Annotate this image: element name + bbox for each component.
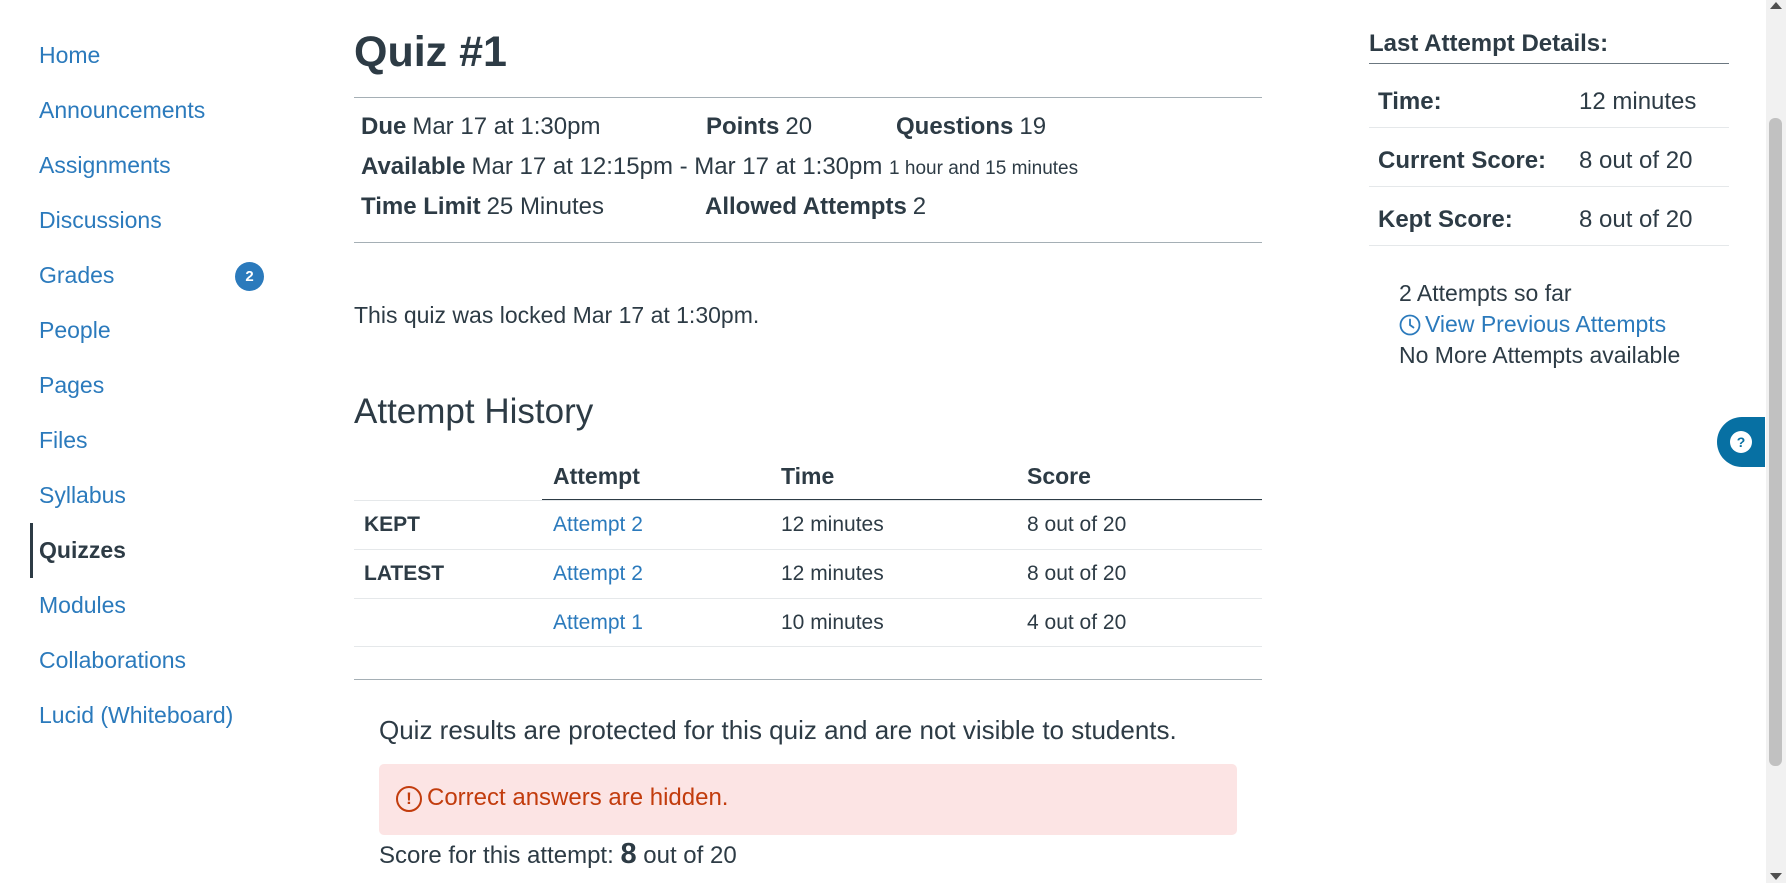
attempt-link[interactable]: Attempt 1 (553, 611, 643, 634)
attempt-cell: Attempt 2 (553, 562, 643, 586)
available-value: Mar 17 at 12:15pm - Mar 17 at 1:30pm (471, 153, 883, 180)
nav-item-discussions[interactable]: Discussions (30, 193, 280, 248)
table-row: KEPT Attempt 2 12 minutes 8 out of 20 (354, 500, 1262, 549)
scrollbar-thumb[interactable] (1769, 118, 1782, 766)
detail-value: 8 out of 20 (1579, 206, 1693, 233)
help-icon: ? (1730, 431, 1752, 453)
nav-item-lucid-whiteboard[interactable]: Lucid (Whiteboard) (30, 688, 280, 743)
view-previous-attempts-link[interactable]: View Previous Attempts (1399, 311, 1666, 338)
questions-label: Questions (896, 113, 1014, 140)
divider (1369, 63, 1729, 64)
table-row: Attempt 1 10 minutes 4 out of 20 (354, 598, 1262, 647)
points-value: 20 (785, 113, 813, 140)
divider (354, 242, 1262, 243)
attempt-tag: KEPT (364, 513, 421, 536)
detail-label: Time: (1378, 88, 1442, 115)
detail-label: Kept Score: (1378, 206, 1513, 233)
detail-row-time: Time: 12 minutes (1369, 70, 1729, 128)
table-row: LATEST Attempt 2 12 minutes 8 out of 20 (354, 549, 1262, 598)
points-info: Points 20 (706, 113, 812, 141)
course-navigation: Home Announcements Assignments Discussio… (30, 28, 280, 743)
allowed-attempts-label: Allowed Attempts (705, 193, 907, 220)
scroll-down-arrow-icon[interactable] (1770, 873, 1782, 880)
attempt-cell: Attempt 1 (553, 611, 643, 635)
score-cell: 4 out of 20 (1027, 611, 1127, 634)
score-suffix: out of 20 (643, 842, 737, 869)
nav-item-announcements[interactable]: Announcements (30, 83, 280, 138)
due-label: Due (361, 113, 407, 140)
time-cell: 12 minutes (781, 513, 884, 536)
nav-item-modules[interactable]: Modules (30, 578, 280, 633)
nav-item-home[interactable]: Home (30, 28, 280, 83)
available-info: Available Mar 17 at 12:15pm - Mar 17 at 1… (361, 153, 1078, 181)
available-duration: 1 hour and 15 minutes (889, 158, 1079, 179)
due-info: Due Mar 17 at 1:30pm (361, 113, 600, 141)
attempts-so-far: 2 Attempts so far (1399, 280, 1572, 306)
time-cell: 12 minutes (781, 562, 884, 585)
questions-info: Questions 19 (896, 113, 1046, 141)
allowed-attempts-info: Allowed Attempts 2 (705, 193, 926, 221)
nav-item-label: Grades (39, 262, 115, 288)
nav-item-pages[interactable]: Pages (30, 358, 280, 413)
page-title: Quiz #1 (354, 28, 507, 76)
nav-item-people[interactable]: People (30, 303, 280, 358)
clock-icon (1399, 314, 1421, 336)
no-more-attempts: No More Attempts available (1399, 342, 1681, 368)
allowed-attempts-value: 2 (912, 193, 927, 220)
detail-value: 8 out of 20 (1579, 147, 1693, 174)
attempt-history-table: Attempt Time Score KEPT Attempt 2 12 min… (354, 455, 1262, 647)
points-label: Points (706, 113, 780, 140)
attempt-score: Score for this attempt: 8 out of 20 (379, 838, 737, 871)
nav-item-grades[interactable]: Grades 2 (30, 248, 280, 303)
nav-item-collaborations[interactable]: Collaborations (30, 633, 280, 688)
detail-value: 12 minutes (1579, 88, 1697, 115)
grades-count-badge: 2 (235, 262, 264, 291)
table-header: Attempt Time Score (354, 455, 1262, 500)
time-limit-info: Time Limit 25 Minutes (361, 193, 604, 221)
view-previous-attempts-label: View Previous Attempts (1425, 311, 1667, 337)
results-protected-message: Quiz results are protected for this quiz… (379, 715, 1177, 745)
attempt-history-heading: Attempt History (354, 392, 594, 431)
vertical-scrollbar[interactable] (1766, 0, 1786, 883)
column-header-score: Score (1027, 463, 1091, 489)
nav-item-files[interactable]: Files (30, 413, 280, 468)
attempt-link[interactable]: Attempt 2 (553, 513, 643, 536)
divider (354, 97, 1262, 98)
time-limit-value: 25 Minutes (486, 193, 604, 220)
divider (354, 679, 1262, 680)
detail-label: Current Score: (1378, 147, 1547, 174)
available-label: Available (361, 153, 466, 180)
score-cell: 8 out of 20 (1027, 562, 1127, 585)
score-value: 8 (620, 838, 637, 870)
attempt-tag: LATEST (364, 562, 445, 585)
help-tab-button[interactable]: ? (1717, 417, 1765, 467)
time-cell: 10 minutes (781, 611, 884, 634)
column-header-attempt: Attempt (553, 463, 640, 489)
attempt-cell: Attempt 2 (553, 513, 643, 537)
score-prefix: Score for this attempt: (379, 842, 614, 869)
detail-row-current-score: Current Score: 8 out of 20 (1369, 129, 1729, 187)
nav-item-assignments[interactable]: Assignments (30, 138, 280, 193)
time-limit-label: Time Limit (361, 193, 481, 220)
column-header-time: Time (781, 463, 835, 489)
detail-row-kept-score: Kept Score: 8 out of 20 (1369, 188, 1729, 246)
quiz-locked-message: This quiz was locked Mar 17 at 1:30pm. (354, 302, 760, 328)
attempt-link[interactable]: Attempt 2 (553, 562, 643, 585)
score-cell: 8 out of 20 (1027, 513, 1127, 536)
nav-item-syllabus[interactable]: Syllabus (30, 468, 280, 523)
scroll-up-arrow-icon[interactable] (1770, 2, 1782, 9)
questions-value: 19 (1019, 113, 1047, 140)
answers-hidden-alert: ! Correct answers are hidden. (379, 764, 1237, 835)
answers-hidden-text: Correct answers are hidden. (427, 784, 729, 811)
last-attempt-heading: Last Attempt Details: (1369, 30, 1609, 57)
exclamation-circle-icon: ! (396, 786, 422, 812)
due-value: Mar 17 at 1:30pm (412, 113, 601, 140)
nav-item-quizzes[interactable]: Quizzes (30, 523, 280, 578)
